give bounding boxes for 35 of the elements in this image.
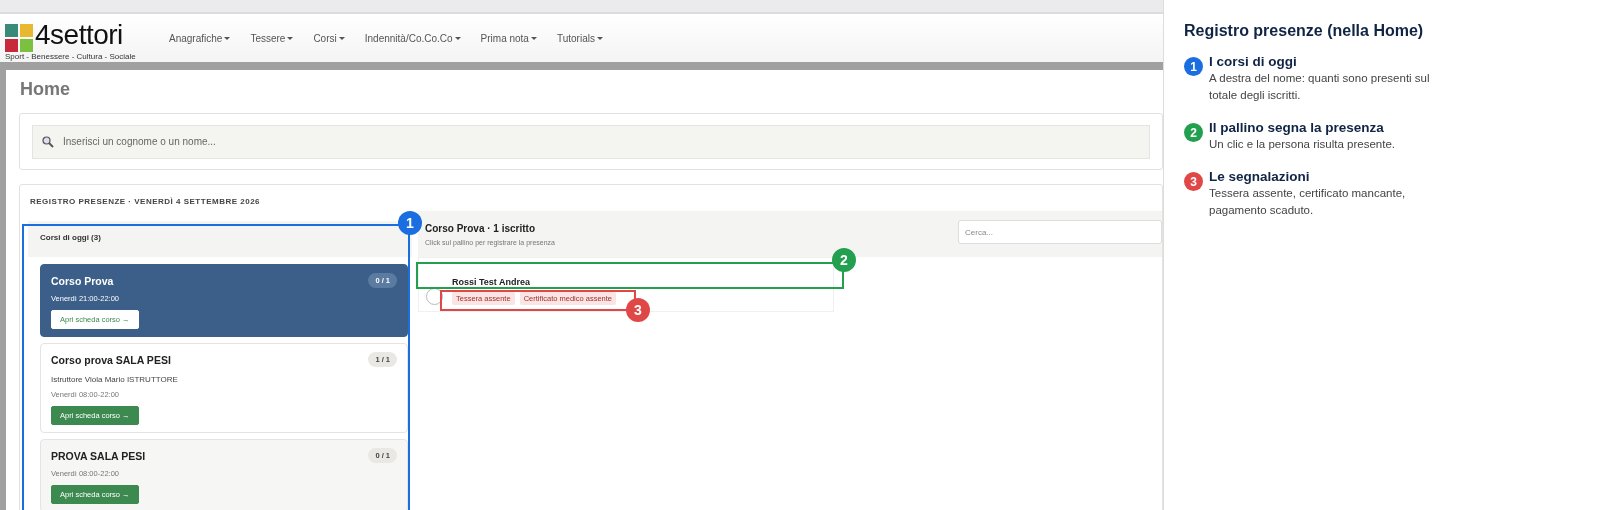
step-number: 1 bbox=[1184, 57, 1203, 76]
step-description: Tessera assente, certificato mancante, pagamento scaduto. bbox=[1209, 186, 1407, 218]
page-title: Home bbox=[19, 78, 71, 101]
course-instructor: Istruttore Viola Mario ISTRUTTORE bbox=[51, 375, 179, 384]
nav-menu-item[interactable]: Prima nota bbox=[480, 32, 537, 44]
step-title: Il pallino segna la presenza bbox=[1209, 120, 1385, 135]
step-title: I corsi di oggi bbox=[1209, 54, 1298, 69]
register-heading: REGISTRO PRESENZE · VENERDÌ 4 SETTEMBRE 2026 bbox=[29, 196, 262, 208]
step-description: A destra del nome: quanti sono presenti sul totale degli iscritti. bbox=[1209, 71, 1431, 103]
caret-icon bbox=[454, 36, 461, 40]
step-number: 3 bbox=[1184, 172, 1203, 191]
detail-title: Corso Prova · 1 iscritto bbox=[425, 222, 537, 234]
nav-menu-item[interactable]: Tessere bbox=[250, 32, 294, 44]
nav-menu-item[interactable]: Anagrafiche bbox=[169, 32, 231, 44]
course-name: Corso prova SALA PESI bbox=[51, 353, 171, 366]
guide-title: Registro presenze (nella Home) bbox=[1184, 22, 1425, 40]
caret-icon bbox=[338, 36, 345, 40]
nav-menu-item[interactable]: Indennità/Co.Co.Co bbox=[364, 32, 461, 44]
course-name: PROVA SALA PESI bbox=[51, 449, 146, 462]
course-name: Corso Prova bbox=[51, 274, 114, 287]
nav-menu-item[interactable]: Corsi bbox=[313, 32, 345, 44]
step-description: Un clic e la persona risulta presente. bbox=[1209, 137, 1396, 152]
logo-wordmark: 4settori bbox=[35, 21, 123, 49]
search-field[interactable]: Inserisci un cognome o un nome... bbox=[32, 124, 1150, 159]
caret-icon bbox=[596, 36, 603, 40]
caret-icon bbox=[287, 36, 294, 40]
step-title: Le segnalazioni bbox=[1209, 169, 1311, 184]
step-number: 2 bbox=[1184, 123, 1203, 142]
logo-squares-icon bbox=[5, 24, 33, 52]
logo-tagline: Sport - Benessere - Cultura - Sociale bbox=[5, 53, 136, 61]
caret-icon bbox=[224, 36, 231, 40]
student-name: Rossi Test Andrea bbox=[452, 277, 532, 287]
filter-field[interactable]: Cerca... bbox=[958, 220, 1162, 244]
caret-icon bbox=[530, 36, 537, 40]
nav-menu-item[interactable]: Tutorials bbox=[556, 32, 603, 44]
